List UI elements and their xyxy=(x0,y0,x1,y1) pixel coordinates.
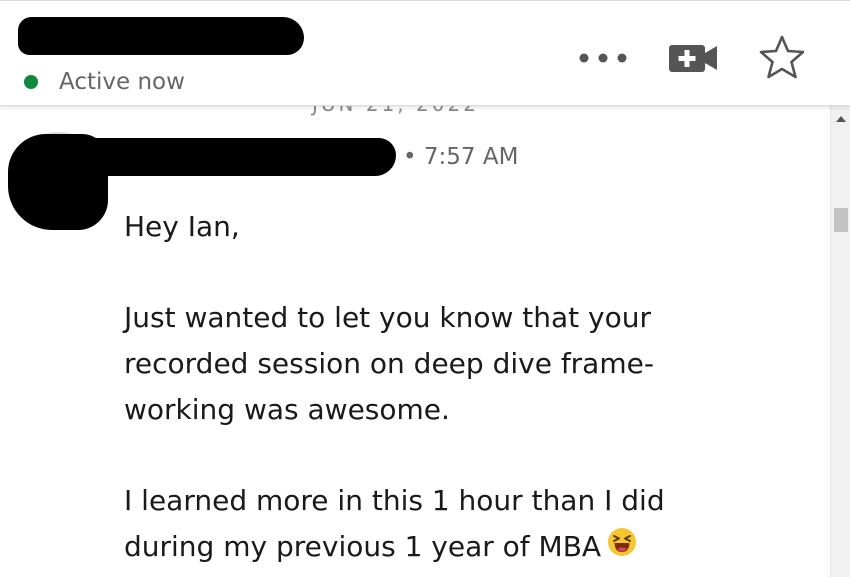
status-text: Active now xyxy=(59,69,185,95)
more-options-button[interactable] xyxy=(575,43,631,73)
message-line: working was awesome. xyxy=(124,393,450,426)
message-line: Just wanted to let you know that your xyxy=(124,301,652,334)
message-line: I learned more in this 1 hour than I did xyxy=(124,484,665,517)
message-line-text: during my previous 1 year of MBA xyxy=(124,530,602,563)
favorite-button[interactable] xyxy=(756,33,808,83)
video-call-icon xyxy=(669,45,717,72)
more-icon xyxy=(579,53,627,63)
presence-status: Active now xyxy=(24,67,185,97)
message-line: Hey Ian, xyxy=(124,210,240,243)
redacted-contact-name xyxy=(18,17,304,55)
video-call-button[interactable] xyxy=(666,41,720,75)
redacted-sender-name xyxy=(48,138,396,176)
star-icon xyxy=(759,35,805,79)
message-line-last: during my previous 1 year of MBA xyxy=(124,524,684,571)
message-body: Hey Ian, Just wanted to let you know tha… xyxy=(124,204,684,571)
vertical-scrollbar[interactable] xyxy=(830,104,850,577)
message-line: recorded session on deep dive frame- xyxy=(124,347,654,380)
message-timestamp: • 7:57 AM xyxy=(403,144,519,170)
online-status-dot xyxy=(24,75,38,89)
scrollbar-thumb[interactable] xyxy=(834,208,848,232)
scroll-up-arrow-icon[interactable] xyxy=(836,116,846,122)
conversation-header: Active now xyxy=(0,0,850,106)
laughing-emoji-icon xyxy=(607,525,637,571)
message-list[interactable]: JUN 21, 2022 • 7:57 AM Hey Ian, Just wan… xyxy=(0,104,830,577)
